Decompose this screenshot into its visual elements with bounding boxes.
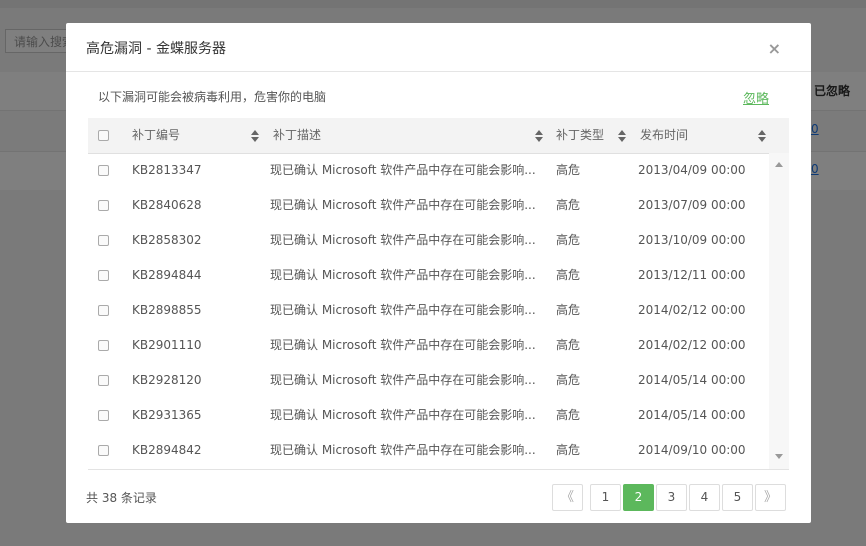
next-page-button[interactable]: 》: [755, 484, 786, 511]
sort-icon[interactable]: [535, 130, 543, 142]
dialog-header: 高危漏洞 - 金蝶服务器 ×: [66, 23, 811, 72]
column-header-date[interactable]: 发布时间: [640, 118, 688, 153]
row-checkbox[interactable]: [98, 340, 109, 351]
scroll-up-icon[interactable]: [775, 162, 783, 167]
column-header-desc[interactable]: 补丁描述: [273, 118, 321, 153]
table-row[interactable]: KB2928120 现已确认 Microsoft 软件产品中存在可能会影响... 高…: [88, 363, 769, 398]
row-checkbox[interactable]: [98, 200, 109, 211]
patch-type: 高危: [556, 233, 581, 247]
sort-icon[interactable]: [251, 130, 259, 142]
column-header-id[interactable]: 补丁编号: [132, 118, 180, 153]
patch-description: 现已确认 Microsoft 软件产品中存在可能会影响...: [270, 338, 536, 352]
patch-table: 补丁编号 补丁描述 补丁类型 发布时间 KB2813347 现已确认 Micros…: [88, 118, 789, 470]
ignore-link[interactable]: 忽略: [743, 88, 769, 107]
sort-icon[interactable]: [758, 130, 766, 142]
row-checkbox[interactable]: [98, 235, 109, 246]
patch-id: KB2928120: [132, 373, 202, 387]
patch-type: 高危: [556, 338, 581, 352]
table-row[interactable]: KB2840628 现已确认 Microsoft 软件产品中存在可能会影响... 高…: [88, 188, 769, 223]
table-row[interactable]: KB2901110 现已确认 Microsoft 软件产品中存在可能会影响... 高…: [88, 328, 769, 363]
release-date: 2013/04/09 00:00: [638, 163, 746, 177]
dialog-title: 高危漏洞 - 金蝶服务器: [86, 41, 226, 57]
page-button-2[interactable]: 2: [623, 484, 654, 511]
release-date: 2013/12/11 00:00: [638, 268, 746, 282]
table-row[interactable]: KB2813347 现已确认 Microsoft 软件产品中存在可能会影响... 高…: [88, 153, 769, 188]
patch-id: KB2898855: [132, 303, 202, 317]
row-checkbox[interactable]: [98, 410, 109, 421]
prev-page-button[interactable]: 《: [552, 484, 583, 511]
row-checkbox[interactable]: [98, 165, 109, 176]
patch-type: 高危: [556, 198, 581, 212]
row-checkbox[interactable]: [98, 305, 109, 316]
release-date: 2014/02/12 00:00: [638, 303, 746, 317]
patch-type: 高危: [556, 303, 581, 317]
patch-description: 现已确认 Microsoft 软件产品中存在可能会影响...: [270, 443, 536, 457]
patch-description: 现已确认 Microsoft 软件产品中存在可能会影响...: [270, 303, 536, 317]
page-button-1[interactable]: 1: [590, 484, 621, 511]
table-row[interactable]: KB2858302 现已确认 Microsoft 软件产品中存在可能会影响... 高…: [88, 223, 769, 258]
release-date: 2014/09/10 00:00: [638, 443, 746, 457]
release-date: 2014/05/14 00:00: [638, 408, 746, 422]
patch-description: 现已确认 Microsoft 软件产品中存在可能会影响...: [270, 268, 536, 282]
warning-text: 以下漏洞可能会被病毒利用，危害你的电脑: [98, 90, 327, 104]
table-scrollbar[interactable]: [769, 153, 789, 469]
column-header-type[interactable]: 补丁类型: [556, 118, 604, 153]
table-row[interactable]: KB2898855 现已确认 Microsoft 软件产品中存在可能会影响... 高…: [88, 293, 769, 328]
table-body: KB2813347 现已确认 Microsoft 软件产品中存在可能会影响... 高…: [88, 153, 769, 469]
sort-icon[interactable]: [618, 130, 626, 142]
table-row[interactable]: KB2894842 现已确认 Microsoft 软件产品中存在可能会影响... 高…: [88, 433, 769, 468]
patch-type: 高危: [556, 373, 581, 387]
release-date: 2014/05/14 00:00: [638, 373, 746, 387]
patch-description: 现已确认 Microsoft 软件产品中存在可能会影响...: [270, 408, 536, 422]
patch-id: KB2894842: [132, 443, 202, 457]
table-row[interactable]: KB2894844 现已确认 Microsoft 软件产品中存在可能会影响... 高…: [88, 258, 769, 293]
row-checkbox[interactable]: [98, 270, 109, 281]
close-icon[interactable]: ×: [768, 39, 781, 58]
patch-type: 高危: [556, 268, 581, 282]
patch-type: 高危: [556, 408, 581, 422]
page-button-5[interactable]: 5: [722, 484, 753, 511]
patch-description: 现已确认 Microsoft 软件产品中存在可能会影响...: [270, 163, 536, 177]
table-header: 补丁编号 补丁描述 补丁类型 发布时间: [88, 118, 789, 154]
vulnerability-dialog: 高危漏洞 - 金蝶服务器 × 以下漏洞可能会被病毒利用，危害你的电脑 忽略 补丁…: [66, 23, 811, 523]
patch-description: 现已确认 Microsoft 软件产品中存在可能会影响...: [270, 373, 536, 387]
select-all-checkbox[interactable]: [98, 130, 109, 141]
page-button-3[interactable]: 3: [656, 484, 687, 511]
release-date: 2013/10/09 00:00: [638, 233, 746, 247]
row-checkbox[interactable]: [98, 375, 109, 386]
patch-id: KB2894844: [132, 268, 202, 282]
record-count: 共 38 条记录: [86, 491, 157, 505]
release-date: 2013/07/09 00:00: [638, 198, 746, 212]
patch-type: 高危: [556, 163, 581, 177]
patch-type: 高危: [556, 443, 581, 457]
patch-id: KB2931365: [132, 408, 202, 422]
patch-id: KB2901110: [132, 338, 202, 352]
scroll-down-icon[interactable]: [775, 454, 783, 459]
row-checkbox[interactable]: [98, 445, 109, 456]
patch-description: 现已确认 Microsoft 软件产品中存在可能会影响...: [270, 198, 536, 212]
table-row[interactable]: KB2931365 现已确认 Microsoft 软件产品中存在可能会影响... 高…: [88, 398, 769, 433]
patch-id: KB2840628: [132, 198, 202, 212]
patch-id: KB2858302: [132, 233, 202, 247]
release-date: 2014/02/12 00:00: [638, 338, 746, 352]
patch-description: 现已确认 Microsoft 软件产品中存在可能会影响...: [270, 233, 536, 247]
page-button-4[interactable]: 4: [689, 484, 720, 511]
patch-id: KB2813347: [132, 163, 202, 177]
